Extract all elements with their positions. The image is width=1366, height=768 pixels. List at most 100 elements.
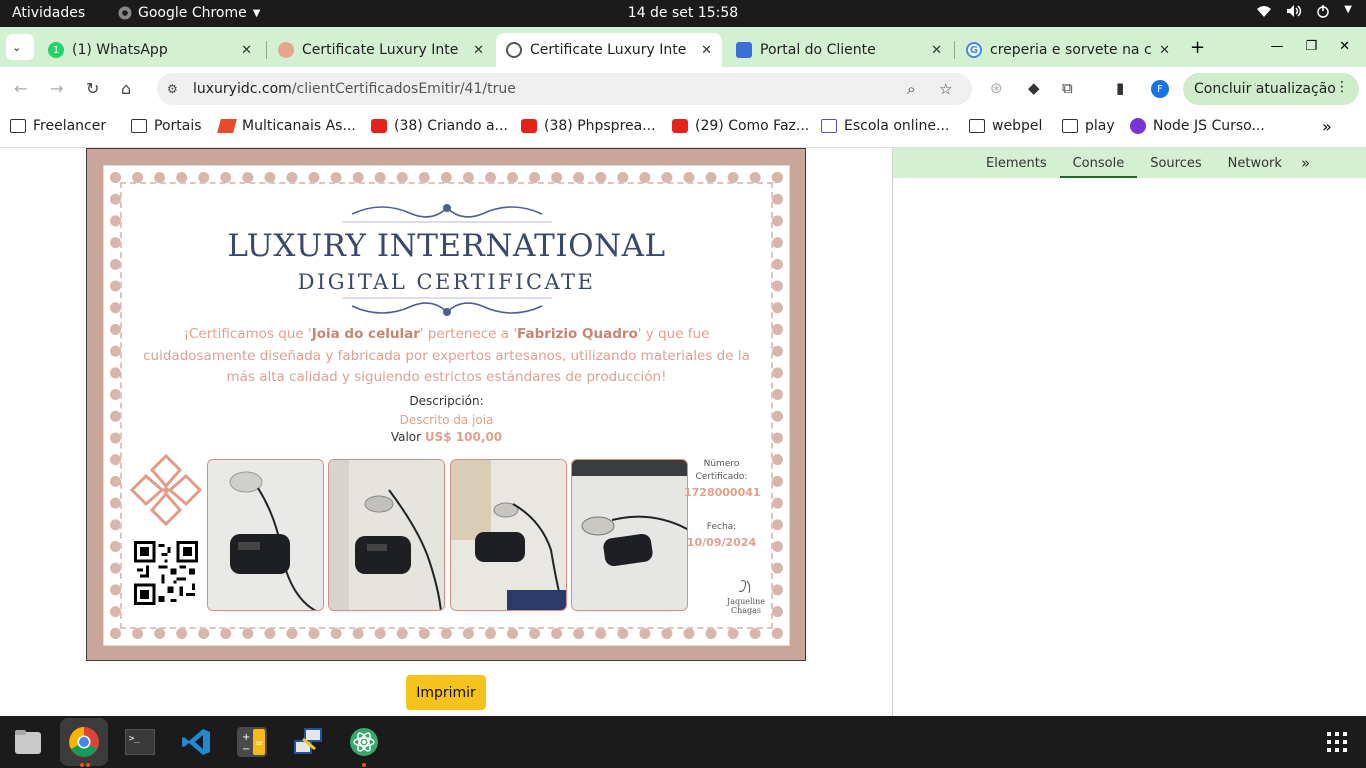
close-icon[interactable]: ✕ [931, 43, 942, 58]
console-output[interactable] [893, 178, 1366, 716]
folder-icon [131, 119, 147, 133]
atom-app-icon[interactable] [347, 725, 381, 759]
running-indicator [362, 763, 366, 767]
signature-mark-icon [738, 580, 751, 594]
activities-button[interactable]: Atividades [12, 5, 85, 21]
back-button[interactable]: ← [14, 79, 27, 98]
chevron-down-icon: ⌄ [12, 40, 22, 54]
certificate-statement: ¡Certificamos que 'Joia do celular' pert… [134, 324, 759, 389]
signature-name: Jaqueline Chagas [727, 597, 765, 615]
url-text[interactable]: luxuryidc.com/clientCertificadosEmitir/4… [193, 81, 516, 97]
app-name: Google Chrome [138, 5, 247, 21]
chrome-app-icon[interactable] [67, 725, 101, 759]
bookmark-escola-online[interactable]: Escola online... [821, 118, 949, 134]
youtube-icon [672, 119, 688, 133]
chevron-down-icon: ▼ [1344, 4, 1352, 15]
new-tab-button[interactable]: + [1190, 37, 1205, 58]
minimize-icon[interactable]: — [1270, 39, 1283, 54]
tab-search-button[interactable]: ⌄ [6, 34, 34, 60]
product-photo-4 [571, 459, 688, 611]
value-label: Valor [390, 430, 422, 444]
extension-icon[interactable]: ⊛ [990, 79, 1003, 97]
reload-button[interactable]: ↻ [86, 79, 99, 98]
folder-icon [1062, 119, 1078, 133]
close-window-icon[interactable]: ✕ [1339, 39, 1350, 54]
bookmarks-overflow-icon[interactable]: » [1322, 117, 1332, 136]
update-button[interactable]: Concluir atualização ⋮ [1183, 73, 1359, 105]
devtools-tab-network[interactable]: Network [1215, 156, 1295, 178]
more-menu-icon[interactable]: ⋮ [1335, 79, 1349, 95]
bookmark-play[interactable]: play [1062, 118, 1115, 134]
bookmark-webpel[interactable]: webpel [969, 118, 1042, 134]
close-icon[interactable]: ✕ [1159, 43, 1170, 58]
bookmark-label: (38) Phpsprea... [544, 118, 656, 134]
site-info-icon[interactable]: ⚙ [167, 82, 185, 96]
svg-text:=: = [255, 738, 263, 749]
school-icon [821, 119, 837, 133]
whatsapp-icon: 1 [48, 42, 64, 58]
close-icon[interactable]: ✕ [473, 43, 484, 58]
bookmark-node-js[interactable]: Node JS Curso... [1130, 118, 1265, 134]
system-top-bar: Atividades Google Chrome ▼ 14 de set 15:… [0, 0, 1366, 27]
show-apps-grid-icon[interactable] [1327, 732, 1347, 752]
power-icon [1317, 5, 1330, 18]
devtools-tab-elements[interactable]: Elements [973, 156, 1060, 178]
extensions-puzzle-icon[interactable]: ⧉ [1062, 79, 1073, 97]
files-app-icon[interactable] [11, 725, 45, 759]
tab-portal-cliente[interactable]: Portal do Cliente ✕ [726, 33, 952, 67]
network-tool-app-icon[interactable] [291, 725, 325, 759]
app-menu[interactable]: Google Chrome ▼ [118, 5, 260, 21]
google-icon: G [966, 42, 982, 58]
tab-creperia[interactable]: G creperia e sorvete na c ✕ [956, 33, 1180, 67]
bookmark-multicanais[interactable]: Multicanais As... [217, 118, 356, 134]
zoom-search-icon[interactable]: ⌕ [907, 80, 915, 98]
bookmark-label: play [1085, 118, 1115, 134]
bookmark-label: Multicanais As... [242, 118, 356, 134]
close-icon[interactable]: ✕ [701, 43, 712, 58]
devtools-tabs: Elements Console Sources Network » [893, 148, 1366, 178]
close-icon[interactable]: ✕ [241, 43, 252, 58]
profile-avatar[interactable]: F [1151, 80, 1169, 98]
bookmark-phpsprea[interactable]: (38) Phpsprea... [521, 118, 656, 134]
tab-certificate-1[interactable]: Certificate Luxury Inte ✕ [268, 33, 494, 67]
description-label: Descripción: [409, 394, 484, 408]
bookmark-freelancer[interactable]: Freelancer [10, 118, 106, 134]
wifi-icon [1257, 6, 1272, 17]
terminal-app-icon[interactable]: >_ [123, 725, 157, 759]
page-content: LUXURY INTERNATIONAL DIGITAL CERTIFICATE… [0, 148, 892, 716]
youtube-icon [371, 119, 387, 133]
bookmark-portais[interactable]: Portais [131, 118, 202, 134]
statement-mid: ' pertenece a ' [419, 326, 518, 342]
url-path: /clientCertificadosEmitir/41/true [291, 81, 516, 97]
youtube-icon [521, 119, 537, 133]
devtools-panel: Elements Console Sources Network » [892, 148, 1366, 716]
certificate-date-value: 10/09/2024 [686, 536, 757, 549]
calculator-app-icon[interactable]: + − = [235, 725, 269, 759]
system-tray[interactable]: ▼ [1256, 4, 1352, 18]
extension-puzzle-badge-icon[interactable]: ◆ [1028, 79, 1040, 97]
item-name: Joia do celular [311, 326, 420, 342]
bookmark-label: Escola online... [844, 118, 950, 134]
maximize-icon[interactable]: ❐ [1305, 39, 1317, 54]
side-panel-icon[interactable]: ▮ [1116, 79, 1124, 97]
vscode-app-icon[interactable] [179, 725, 213, 759]
product-photo-1 [207, 459, 324, 611]
forward-button[interactable]: → [50, 79, 63, 98]
tab-whatsapp[interactable]: 1 (1) WhatsApp ✕ [38, 33, 262, 67]
tab-certificate-active[interactable]: Certificate Luxury Inte ✕ [496, 33, 722, 67]
url-domain: luxuryidc.com [193, 81, 292, 97]
svg-text:−: − [242, 744, 250, 755]
print-button[interactable]: Imprimir [406, 675, 486, 710]
home-button[interactable]: ⌂ [121, 79, 131, 98]
update-label: Concluir atualização [1194, 81, 1336, 97]
multicanais-icon [217, 119, 237, 133]
devtools-tab-sources[interactable]: Sources [1137, 156, 1214, 178]
navigation-toolbar: ← → ↻ ⌂ ⚙ luxuryidc.com/clientCertificad… [0, 67, 1366, 111]
bookmark-star-icon[interactable]: ☆ [939, 80, 952, 98]
more-tabs-icon[interactable]: » [1295, 154, 1316, 178]
bookmark-como-faz[interactable]: (29) Como Faz... [672, 118, 809, 134]
bookmark-label: (29) Como Faz... [695, 118, 810, 134]
bookmark-criando[interactable]: (38) Criando a... [371, 118, 508, 134]
address-bar[interactable]: ⚙ luxuryidc.com/clientCertificadosEmitir… [157, 73, 972, 105]
devtools-tab-console[interactable]: Console [1059, 156, 1138, 178]
